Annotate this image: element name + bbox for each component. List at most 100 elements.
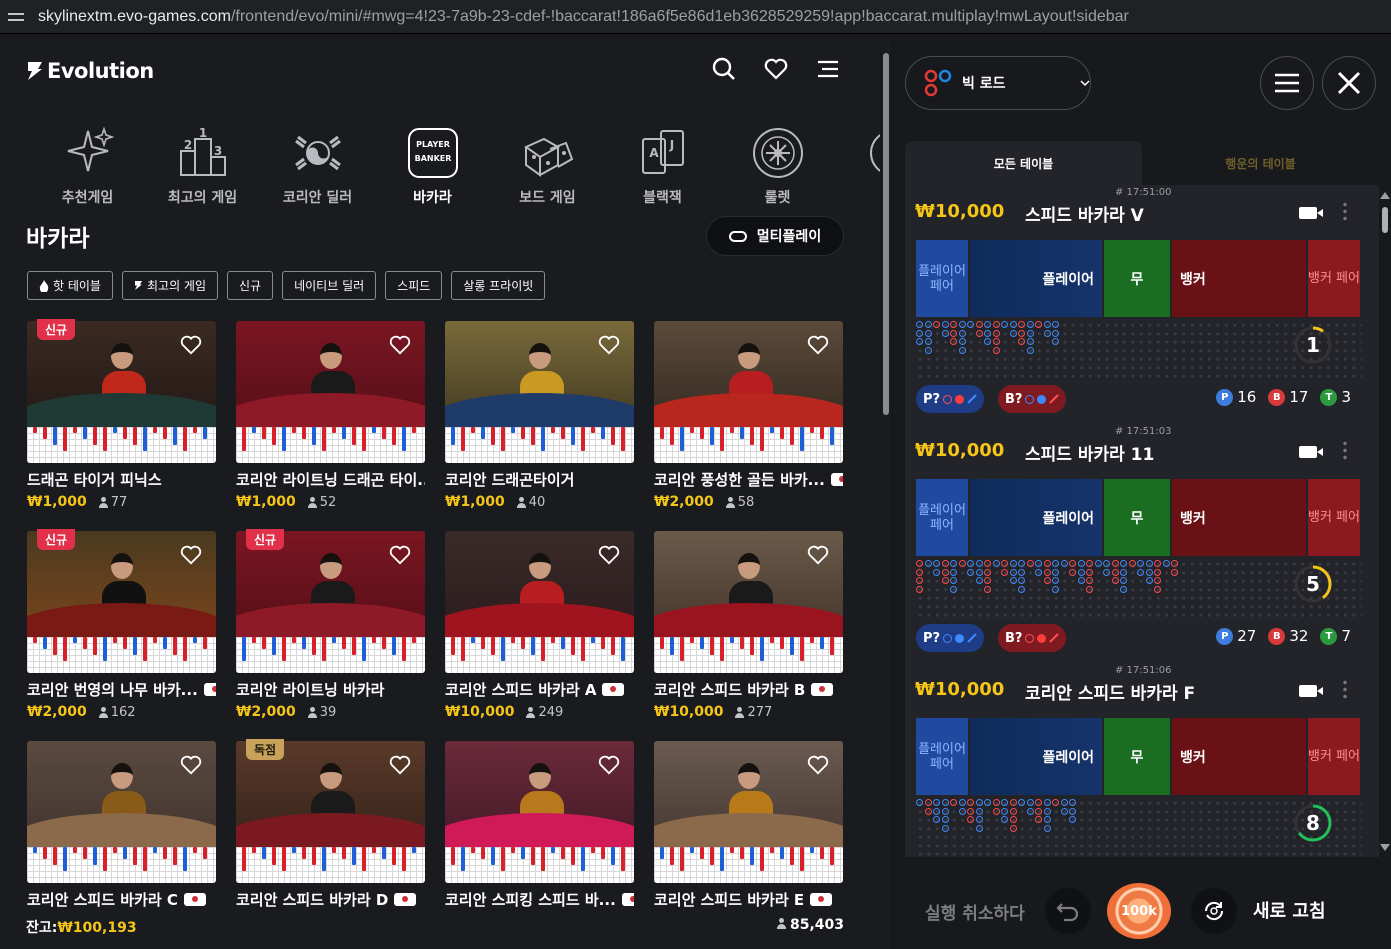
url-text[interactable]: skylinextm.evo-games.com/frontend/evo/mi… [38,8,1129,26]
game-card[interactable]: 코리안 스피킹 스피드 바... [445,741,634,927]
bet-player[interactable]: 플레이어 [970,718,1102,795]
favorite-heart-icon[interactable] [807,755,829,775]
bet-tie[interactable]: 무 [1104,479,1170,556]
category-korea-flag[interactable]: 코리안 딜러 [260,125,375,207]
table-card[interactable]: # 17:51:06 ₩10,000 코리안 스피드 바카라 F 플레이어 페어 플레이… [905,663,1363,857]
favorite-heart-icon[interactable] [180,755,202,775]
bet-player[interactable]: 플레이어 [970,240,1102,317]
game-thumbnail[interactable] [27,321,216,463]
game-thumbnail[interactable] [445,321,634,463]
category-cards[interactable]: A J 블랙잭 [605,125,720,207]
favorite-heart-icon[interactable] [598,755,620,775]
search-icon[interactable] [712,57,736,81]
filter-chip[interactable]: 최고의 게임 [121,271,218,300]
filter-chip[interactable]: 핫 테이블 [27,271,113,300]
browser-address-bar[interactable]: skylinextm.evo-games.com/frontend/evo/mi… [0,0,1391,34]
tab-lucky-tables[interactable]: 행운의 테이블 [1142,141,1379,185]
game-thumbnail[interactable] [654,741,843,883]
game-thumbnail[interactable] [445,741,634,883]
refresh-button[interactable] [1191,888,1237,934]
camera-icon[interactable] [1299,207,1323,219]
sidebar-menu-button[interactable] [1260,56,1314,110]
bet-banker[interactable]: 뱅커 [1172,479,1306,556]
favorite-heart-icon[interactable] [389,335,411,355]
favorites-heart-icon[interactable] [764,57,788,81]
scroll-down-arrow-icon[interactable] [1379,843,1391,853]
scroll-up-arrow-icon[interactable] [1379,190,1391,200]
table-card[interactable]: # 17:51:03 ₩10,000 스피드 바카라 11 플레이어 페어 플레이어 무 뱅… [905,424,1363,654]
player-predict-button[interactable]: P? [916,624,985,652]
favorite-heart-icon[interactable] [598,335,620,355]
filter-chip[interactable]: 신규 [227,271,274,300]
game-card[interactable]: 신규 드래곤 타이거 피닉스 ₩1,000 77 [27,319,216,510]
game-card[interactable]: 코리안 라이트닝 드래곤 타이... ₩1,000 52 [236,321,425,510]
close-button[interactable] [1322,56,1376,110]
more-options-icon[interactable] [1343,201,1347,223]
tab-all-tables[interactable]: 모든 테이블 [905,141,1142,185]
bet-player[interactable]: 플레이어 [970,479,1102,556]
banker-predict-button[interactable]: B? [998,624,1067,652]
multiplay-button[interactable]: 멀티플레이 [706,216,844,256]
bet-banker[interactable]: 뱅커 [1172,240,1306,317]
favorite-heart-icon[interactable] [389,545,411,565]
category-more[interactable]: 게임 [835,125,880,207]
lobby-scrollbar-thumb[interactable] [883,53,889,415]
more-options-icon[interactable] [1343,440,1347,462]
player-predict-button[interactable]: P? [916,385,985,413]
sidebar-scrollbar-thumb[interactable] [1382,207,1388,233]
bet-banker-pair[interactable]: 뱅커 페어 [1308,718,1360,795]
site-settings-icon[interactable] [8,10,26,24]
game-card[interactable]: 코리안 스피드 바카라 E [654,741,843,927]
bet-player-pair[interactable]: 플레이어 페어 [916,240,968,317]
menu-lines-icon[interactable] [816,57,840,81]
lobby-scrollbar[interactable] [881,35,891,949]
sidebar-scrollbar[interactable] [1379,185,1391,857]
bet-player-pair[interactable]: 플레이어 페어 [916,479,968,556]
favorite-heart-icon[interactable] [389,755,411,775]
table-card[interactable]: # 17:51:00 ₩10,000 스피드 바카라 V 플레이어 페어 플레이어 무 뱅커… [905,185,1363,415]
bet-tie[interactable]: 무 [1104,240,1170,317]
chip-selector[interactable]: 100k [1107,883,1171,939]
game-card[interactable]: 신규 코리안 번영의 나무 바카... ₩2,000 162 [27,529,216,720]
game-thumbnail[interactable] [236,741,425,883]
game-thumbnail[interactable] [654,531,843,673]
game-card[interactable]: 독점 코리안 스피드 바카라 D [236,739,425,927]
filter-chip[interactable]: 살롱 프라이빗 [451,271,546,300]
game-card[interactable]: 코리안 스피드 바카라 B ₩10,000 277 [654,531,843,720]
bet-banker[interactable]: 뱅커 [1172,718,1306,795]
game-card[interactable]: 코리안 스피드 바카라 A ₩10,000 249 [445,531,634,720]
filter-chip[interactable]: 스피드 [385,271,443,300]
game-thumbnail[interactable] [27,741,216,883]
category-dice[interactable]: 보드 게임 [490,125,605,207]
road-type-dropdown[interactable]: 빅 로드 [905,56,1091,110]
game-thumbnail[interactable] [445,531,634,673]
evolution-logo[interactable]: Evolution [26,59,154,83]
category-baccarat[interactable]: PLAYER BANKER 바카라 [375,125,490,207]
category-podium[interactable]: 1 2 3 최고의 게임 [145,125,260,207]
game-thumbnail[interactable] [236,321,425,463]
camera-icon[interactable] [1299,446,1323,458]
banker-predict-button[interactable]: B? [998,385,1067,413]
game-thumbnail[interactable] [236,531,425,673]
camera-icon[interactable] [1299,685,1323,697]
favorite-heart-icon[interactable] [598,545,620,565]
game-card[interactable]: 코리안 스피드 바카라 C [27,741,216,927]
game-card[interactable]: 코리안 풍성한 골든 바카... ₩2,000 58 [654,321,843,510]
bet-banker-pair[interactable]: 뱅커 페어 [1308,240,1360,317]
favorite-heart-icon[interactable] [807,335,829,355]
game-card[interactable]: 코리안 드래곤타이거 ₩1,000 40 [445,321,634,510]
bet-tie[interactable]: 무 [1104,718,1170,795]
filter-chip[interactable]: 네이티브 딜러 [282,271,377,300]
favorite-heart-icon[interactable] [180,335,202,355]
game-thumbnail[interactable] [27,531,216,673]
favorite-heart-icon[interactable] [180,545,202,565]
undo-button[interactable] [1045,888,1091,934]
category-roulette[interactable]: 룰렛 [720,125,835,207]
favorite-heart-icon[interactable] [807,545,829,565]
bet-banker-pair[interactable]: 뱅커 페어 [1308,479,1360,556]
game-thumbnail[interactable] [654,321,843,463]
bet-player-pair[interactable]: 플레이어 페어 [916,718,968,795]
game-card[interactable]: 신규 코리안 라이트닝 바카라 ₩2,000 39 [236,529,425,720]
more-options-icon[interactable] [1343,679,1347,701]
category-sparkles[interactable]: 추천게임 [30,125,145,207]
